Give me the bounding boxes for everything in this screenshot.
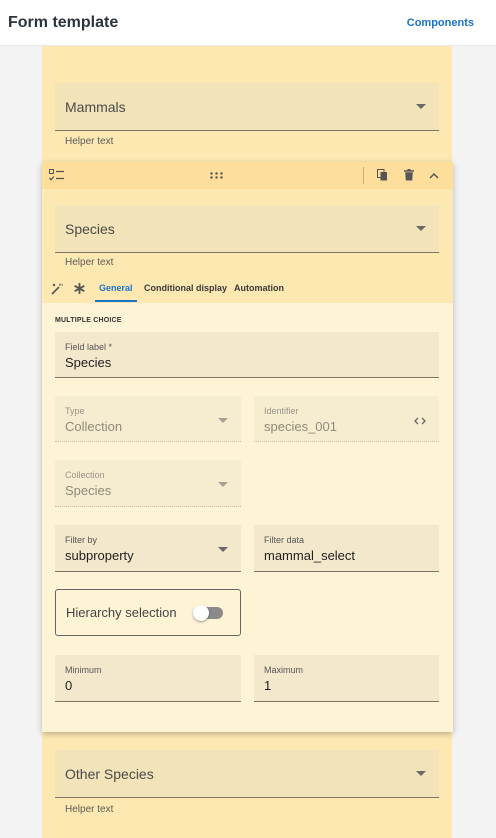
tab-general[interactable]: General — [99, 283, 133, 293]
collection-select-value: Species — [65, 483, 112, 498]
type-select: Type Collection — [55, 396, 241, 442]
species-select-label: Species — [65, 220, 115, 237]
mammals-select[interactable]: Mammals — [55, 83, 439, 131]
dropdown-arrow-icon — [416, 226, 426, 231]
species-helper-text: Helper text — [65, 257, 114, 268]
dropdown-arrow-icon — [218, 418, 228, 423]
field-label-input-value: Species — [65, 355, 112, 370]
top-bar: Form template Components — [0, 0, 496, 46]
type-select-label: Type — [65, 406, 85, 416]
species-select[interactable]: Species — [55, 205, 439, 253]
minimum-input-label: Minimum — [65, 665, 102, 675]
asterisk-icon[interactable] — [74, 283, 85, 294]
components-link[interactable]: Components — [407, 17, 474, 29]
code-icon[interactable] — [414, 417, 426, 425]
filter-data-input-value: mammal_select — [264, 548, 356, 563]
dropdown-arrow-icon — [416, 771, 426, 776]
drag-handle-icon[interactable] — [210, 172, 223, 179]
field-type-label: MULTIPLE CHOICE — [55, 317, 122, 324]
other-species-helper-text: Helper text — [65, 804, 114, 815]
checklist-icon[interactable] — [49, 169, 65, 182]
header-divider — [363, 167, 364, 184]
tab-conditional-display[interactable]: Conditional display — [144, 283, 227, 293]
filter-by-select-label: Filter by — [65, 535, 98, 545]
field-label-input[interactable]: Field label * Species — [55, 332, 439, 378]
dropdown-arrow-icon — [416, 104, 426, 109]
other-species-select-label: Other Species — [65, 765, 154, 782]
mammals-select-label: Mammals — [65, 98, 126, 115]
collection-select: Collection Species — [55, 460, 241, 507]
maximum-input-label: Maximum — [264, 665, 304, 675]
species-field-card: Species Helper text General Conditional … — [42, 162, 453, 732]
card-header — [42, 162, 453, 189]
filter-data-input-label: Filter data — [264, 535, 305, 545]
field-label-input-label: Field label * — [65, 342, 113, 352]
type-select-value: Collection — [65, 419, 123, 434]
toggle-knob — [193, 605, 209, 621]
identifier-input-value: species_001 — [264, 419, 337, 434]
collection-select-label: Collection — [65, 470, 105, 480]
page-title: Form template — [8, 13, 119, 31]
identifier-input-label: Identifier — [264, 406, 299, 416]
delete-icon[interactable] — [404, 169, 414, 181]
minimum-input[interactable]: Minimum 0 — [55, 655, 241, 702]
tab-automation[interactable]: Automation — [234, 283, 284, 293]
hierarchy-selection-label: Hierarchy selection — [66, 605, 177, 620]
maximum-input-value: 1 — [264, 678, 272, 693]
filter-by-select[interactable]: Filter by subproperty — [55, 525, 241, 572]
chevron-up-icon[interactable] — [429, 172, 439, 179]
dropdown-arrow-icon — [218, 482, 228, 487]
maximum-input[interactable]: Maximum 1 — [254, 655, 439, 702]
minimum-input-value: 0 — [65, 678, 73, 693]
magic-wand-icon[interactable] — [51, 283, 63, 295]
copy-icon[interactable] — [377, 169, 388, 181]
filter-by-select-value: subproperty — [65, 548, 134, 563]
other-species-select[interactable]: Other Species — [55, 750, 439, 798]
filter-data-input[interactable]: Filter data mammal_select — [254, 525, 439, 572]
dropdown-arrow-icon — [218, 547, 228, 552]
hierarchy-selection-option: Hierarchy selection — [55, 589, 241, 636]
hierarchy-selection-toggle[interactable] — [193, 605, 223, 621]
active-tab-indicator — [95, 300, 137, 302]
identifier-input: Identifier species_001 — [254, 396, 439, 442]
mammals-helper-text: Helper text — [65, 136, 114, 147]
card-tabs: General Conditional display Automation — [42, 275, 453, 303]
